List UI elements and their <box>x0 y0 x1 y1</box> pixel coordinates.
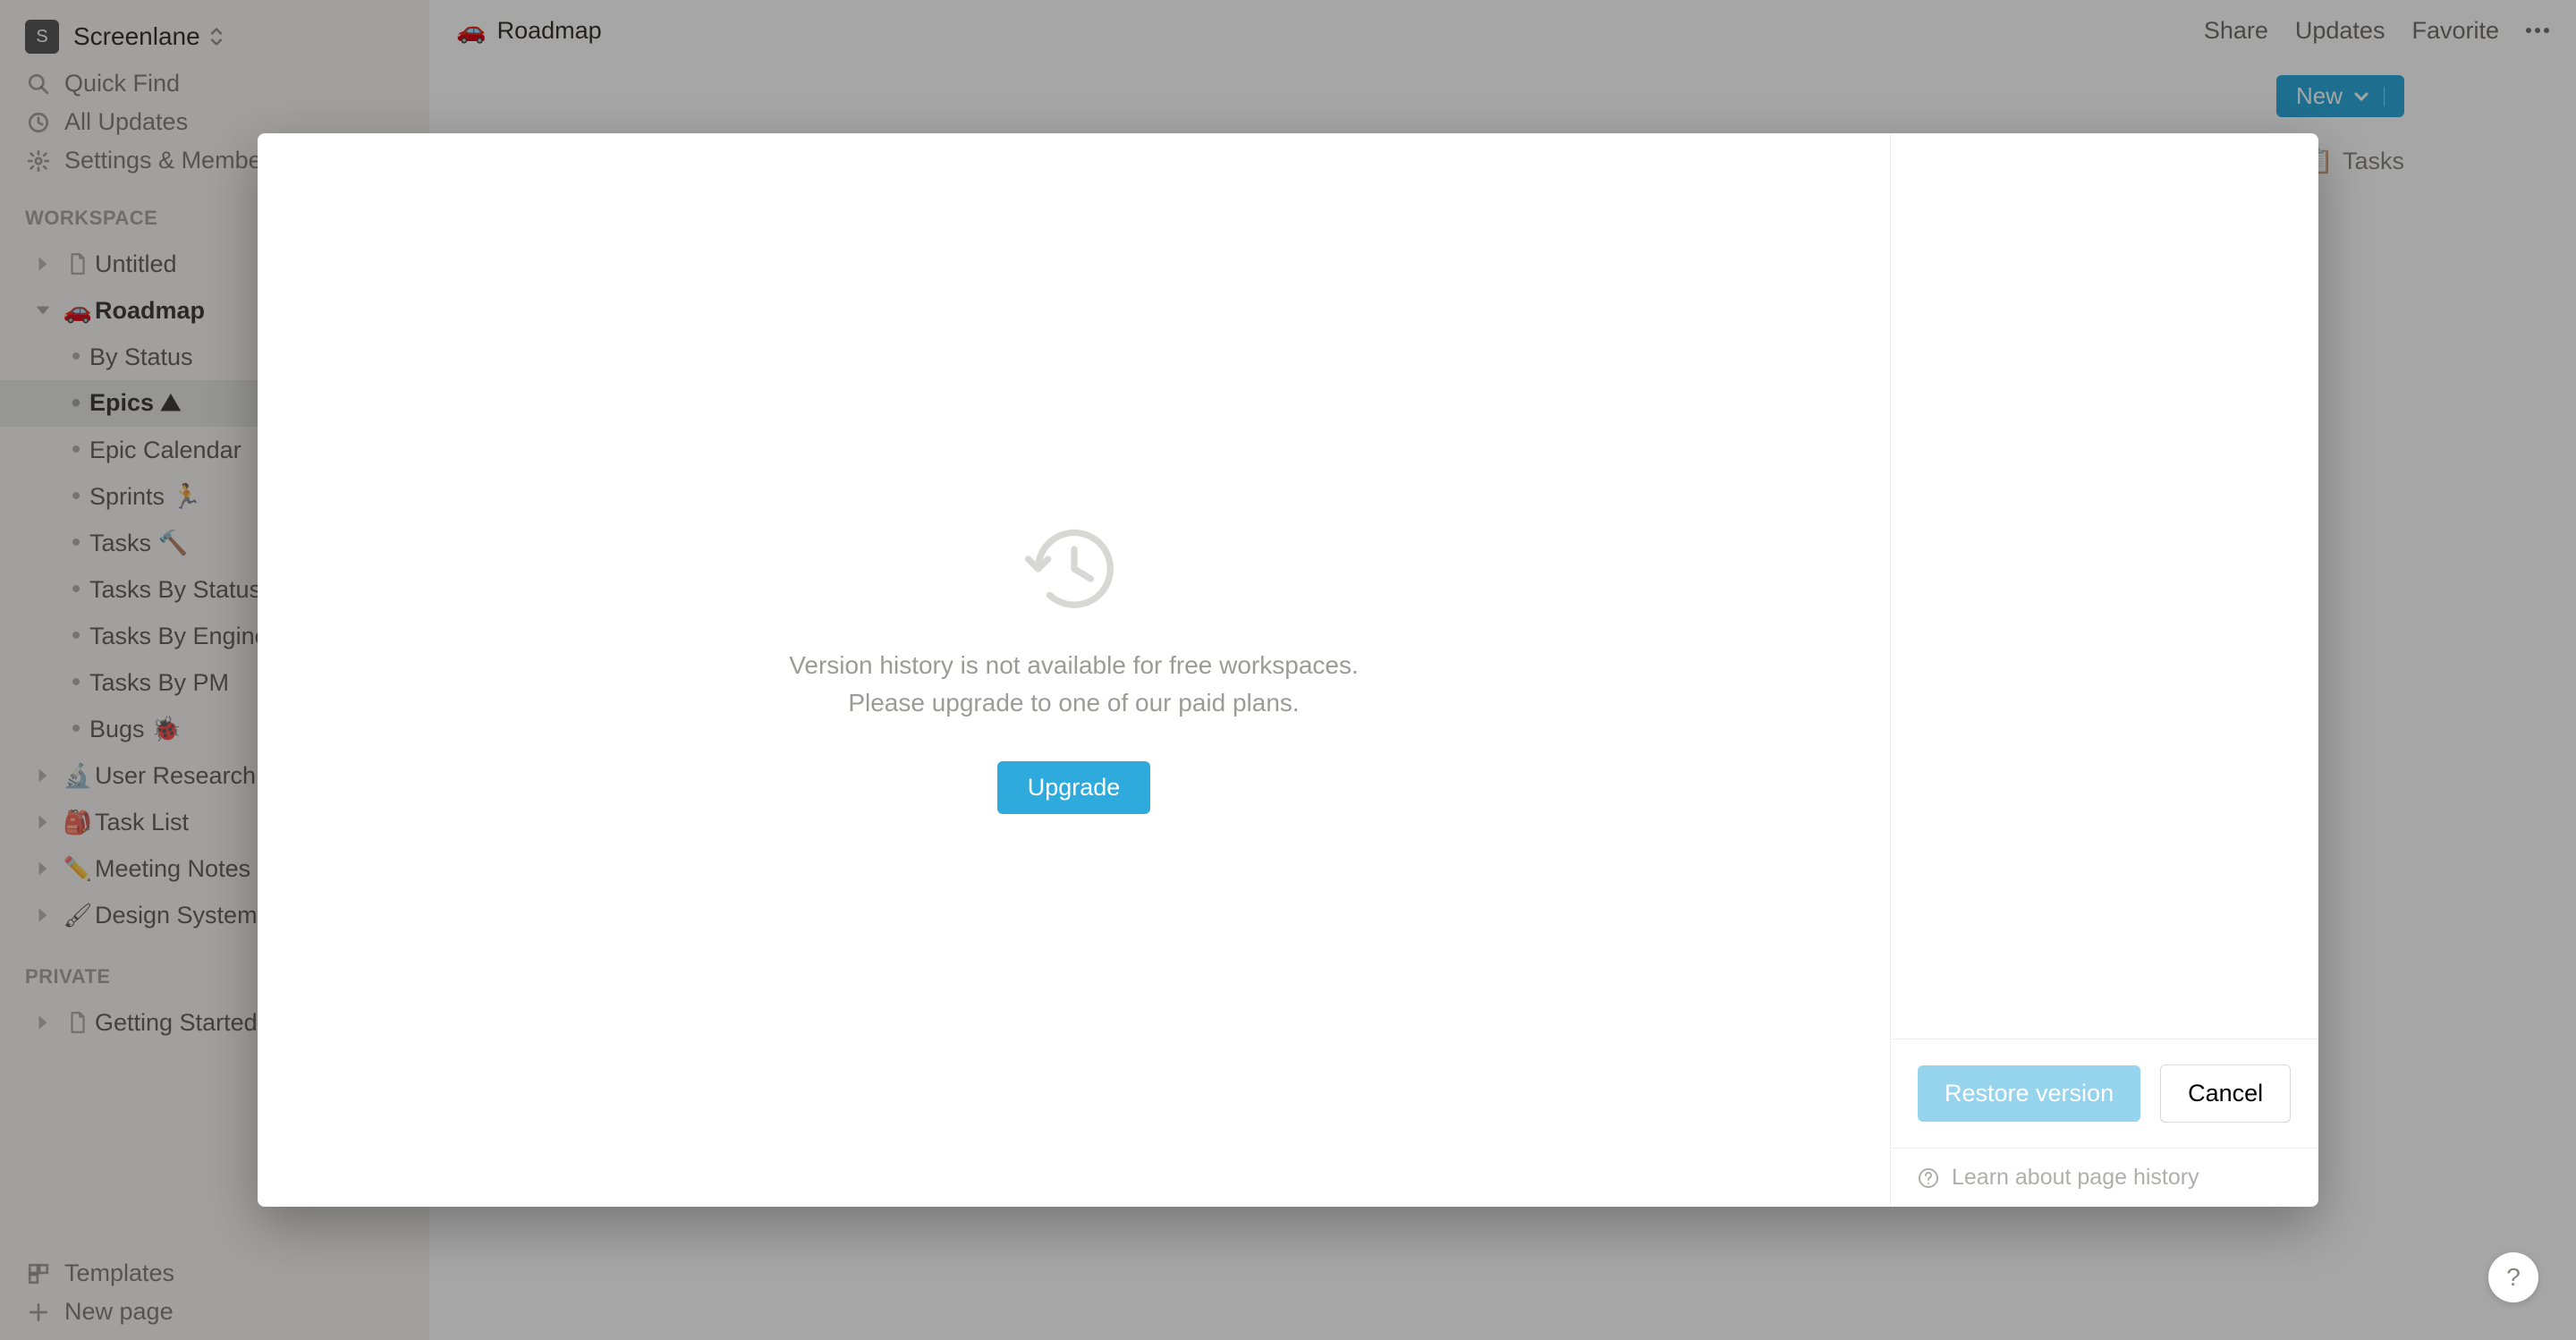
restore-version-button[interactable]: Restore version <box>1918 1065 2140 1122</box>
upgrade-button[interactable]: Upgrade <box>997 761 1151 814</box>
help-button[interactable]: ? <box>2488 1252 2538 1302</box>
help-icon: ? <box>2506 1263 2521 1292</box>
cancel-button[interactable]: Cancel <box>2160 1064 2291 1123</box>
learn-about-history-link[interactable]: Learn about page history <box>1891 1148 2318 1207</box>
modal-overlay[interactable]: Version history is not available for fre… <box>0 0 2576 1340</box>
history-icon <box>1025 526 1123 618</box>
version-history-modal: Version history is not available for fre… <box>258 133 2318 1207</box>
modal-side-panel: Restore version Cancel Learn about page … <box>1891 133 2318 1207</box>
learn-link-label: Learn about page history <box>1952 1165 2199 1191</box>
modal-main-panel: Version history is not available for fre… <box>258 133 1891 1207</box>
modal-message-line-2: Please upgrade to one of our paid plans. <box>848 684 1299 722</box>
modal-message-line-1: Version history is not available for fre… <box>789 647 1359 684</box>
help-circle-icon <box>1918 1167 1939 1189</box>
